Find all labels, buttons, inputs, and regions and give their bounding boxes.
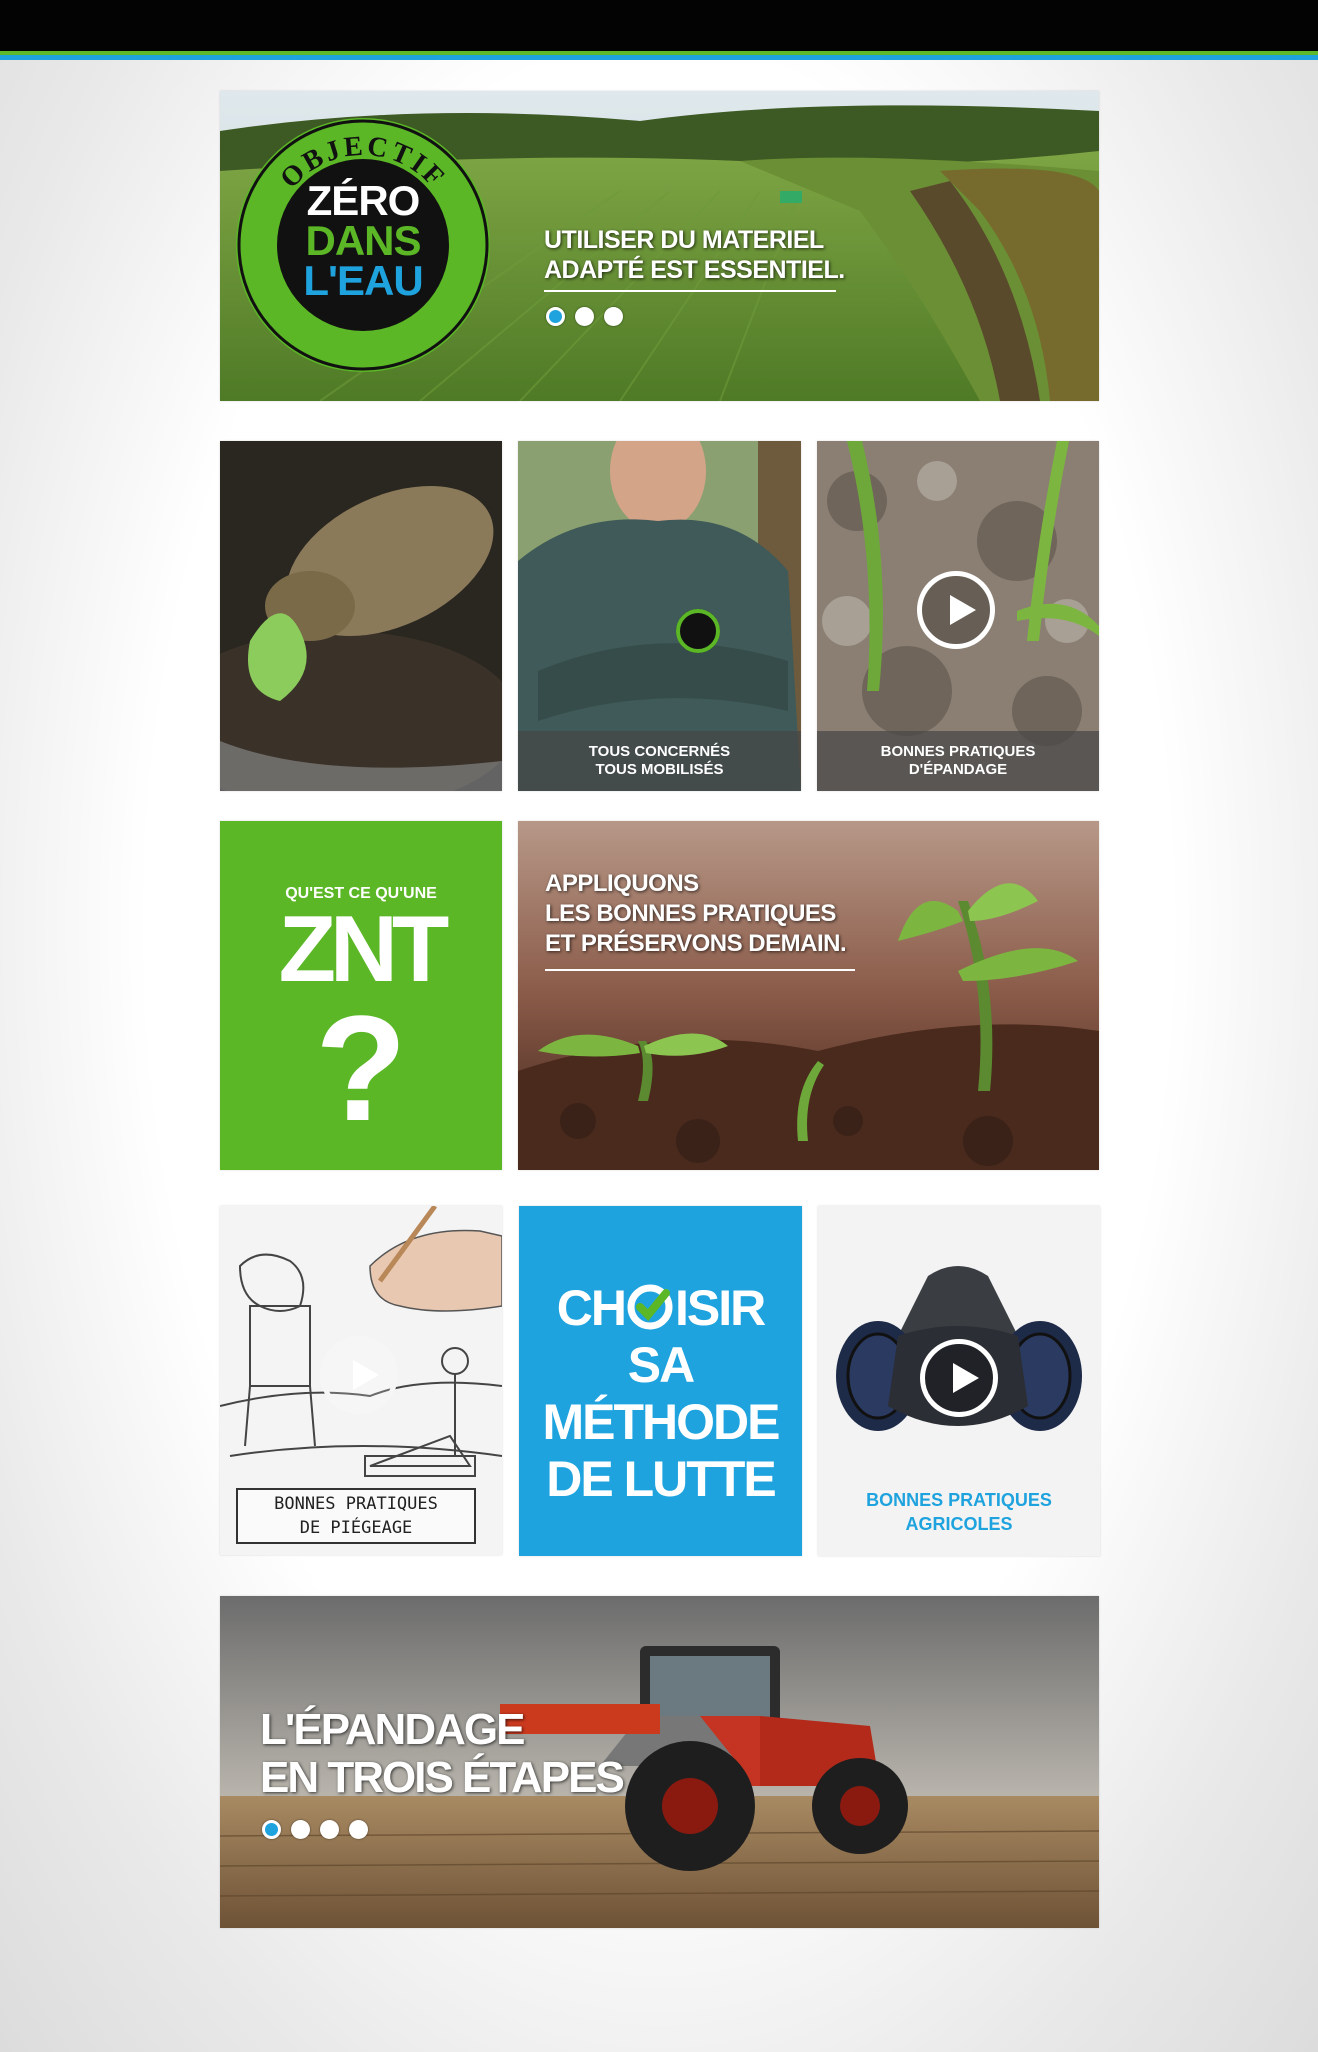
hero-dot-2[interactable] — [575, 307, 594, 326]
top-blue-stripe — [0, 55, 1318, 60]
appliquons-headline: APPLIQUONS LES BONNES PRATIQUES ET PRÉSE… — [545, 869, 847, 959]
tile-znt[interactable]: QU'EST CE QU'UNE ZNT ? — [220, 821, 502, 1170]
tile-bonnes-pratiques-epandage[interactable]: BONNES PRATIQUES D'ÉPANDAGE — [817, 441, 1099, 791]
badge-line-zero: ZÉRO — [306, 177, 421, 224]
caption-line1: BONNES PRATIQUES — [880, 743, 1036, 760]
tile-bonnes-pratiques-agricoles[interactable]: BONNES PRATIQUES AGRICOLES — [818, 1206, 1100, 1556]
epandage-line2: EN TROIS ÉTAPES — [260, 1753, 625, 1802]
choisir-line3: MÉTHODE — [542, 1394, 781, 1450]
agricoles-line2: AGRICOLES — [905, 1514, 1013, 1534]
question-mark-icon: ? — [315, 984, 407, 1152]
badge-line-dans: DANS — [305, 217, 421, 264]
epandage-dot-2[interactable] — [291, 1820, 310, 1839]
piegeage-line2: DE PIÉGEAGE — [299, 1518, 413, 1538]
hero-underline — [544, 290, 836, 292]
hero-dot-1[interactable] — [546, 307, 565, 326]
tile-choisir-methode[interactable]: CH ISIR SA MÉTHODE DE LUTTE — [519, 1206, 802, 1556]
choisir-line4: DE LUTTE — [546, 1451, 776, 1507]
hero-headline: UTILISER DU MATERIEL ADAPTÉ EST ESSENTIE… — [544, 225, 845, 285]
top-black-bar — [0, 0, 1318, 51]
epandage-slider[interactable]: L'ÉPANDAGE EN TROIS ÉTAPES — [220, 1596, 1099, 1928]
epandage-dot-4[interactable] — [349, 1820, 368, 1839]
appliquons-line2: LES BONNES PRATIQUES — [545, 900, 836, 927]
epandage-headline: L'ÉPANDAGE EN TROIS ÉTAPES — [260, 1705, 625, 1802]
epandage-caption: BONNES PRATIQUES D'ÉPANDAGE — [817, 731, 1099, 791]
appliquons-line1: APPLIQUONS — [545, 870, 699, 897]
epandage-dot-3[interactable] — [320, 1820, 339, 1839]
caption-line2: TOUS MOBILISÉS — [595, 761, 724, 778]
hero-headline-line2: ADAPTÉ EST ESSENTIEL. — [544, 256, 845, 284]
tile-slug[interactable] — [220, 441, 502, 791]
agricoles-caption: BONNES PRATIQUES AGRICOLES — [818, 1488, 1100, 1536]
check-circle-icon — [626, 1283, 674, 1331]
agricoles-line1: BONNES PRATIQUES — [866, 1490, 1052, 1510]
play-icon[interactable] — [920, 1339, 998, 1417]
tile-tous-concernes[interactable]: TOUS CONCERNÉS TOUS MOBILISÉS — [518, 441, 801, 791]
slug-image — [220, 441, 502, 791]
epandage-dot-1[interactable] — [262, 1820, 281, 1839]
choisir-line1: CH ISIR — [556, 1280, 766, 1336]
hero-headline-line1: UTILISER DU MATERIEL — [544, 226, 824, 254]
piegeage-caption-box: BONNES PRATIQUES DE PIÉGEAGE — [236, 1488, 476, 1544]
choisir-line2: SA — [627, 1337, 695, 1393]
appliquons-line3: ET PRÉSERVONS DEMAIN. — [545, 930, 847, 957]
epandage-slider-dots — [262, 1820, 368, 1839]
badge-line-leau: L'EAU — [303, 257, 423, 304]
tile-appliquons-banner[interactable]: APPLIQUONS LES BONNES PRATIQUES ET PRÉSE… — [518, 821, 1099, 1170]
hero-slider[interactable]: OBJECTIF OBJECTIF ZÉRO DANS L'EAU UTILIS… — [220, 91, 1099, 401]
caption-line1: TOUS CONCERNÉS — [588, 743, 731, 760]
tous-concernes-caption: TOUS CONCERNÉS TOUS MOBILISÉS — [518, 731, 801, 791]
tile-piegeage[interactable]: BONNES PRATIQUES DE PIÉGEAGE — [220, 1206, 502, 1555]
appliquons-underline — [545, 969, 855, 971]
hero-dot-3[interactable] — [604, 307, 623, 326]
epandage-line1: L'ÉPANDAGE — [260, 1705, 525, 1754]
zero-dans-leau-logo: OBJECTIF OBJECTIF ZÉRO DANS L'EAU — [235, 117, 491, 373]
play-icon[interactable] — [917, 571, 995, 649]
play-icon[interactable] — [320, 1336, 398, 1414]
caption-line2: D'ÉPANDAGE — [908, 761, 1008, 778]
hero-slider-dots — [546, 307, 623, 326]
piegeage-line1: BONNES PRATIQUES — [274, 1494, 438, 1514]
choisir-headline: CH ISIR SA MÉTHODE DE LUTTE — [519, 1280, 802, 1508]
